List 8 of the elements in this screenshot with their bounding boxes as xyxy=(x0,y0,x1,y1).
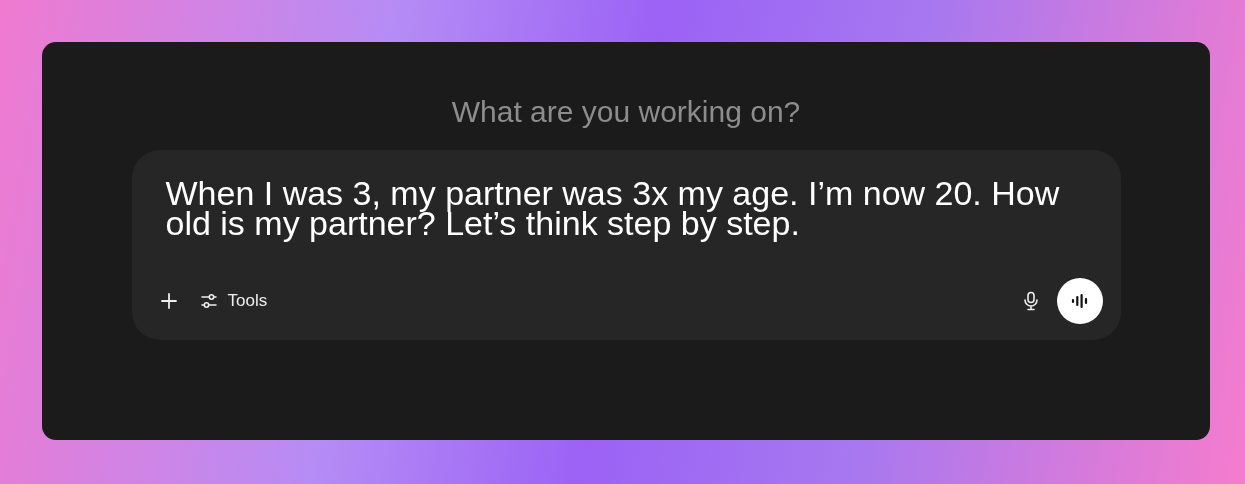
voice-button[interactable] xyxy=(1056,278,1103,324)
waveform-icon xyxy=(1069,293,1090,309)
microphone-icon xyxy=(1022,291,1039,311)
sliders-icon xyxy=(199,293,218,309)
heading: What are you working on? xyxy=(451,94,801,130)
plus-icon xyxy=(159,292,178,310)
tools-button[interactable]: Tools xyxy=(195,287,272,315)
prompt-field[interactable]: When I was 3, my partner was 3x my age. I’m now 20. How old is my partner? Let’s think step by step. Tools xyxy=(131,150,1121,340)
